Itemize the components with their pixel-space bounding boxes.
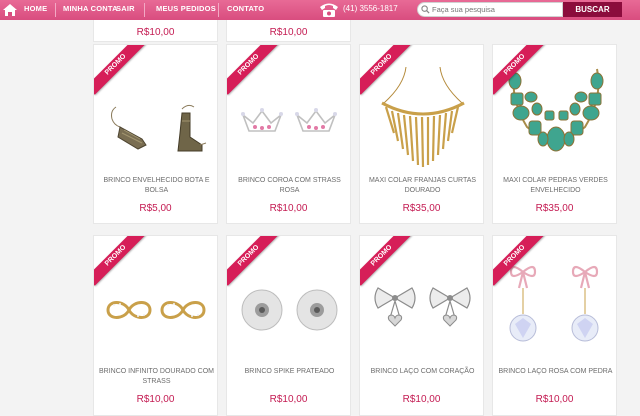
product-price: R$35,00	[535, 203, 574, 214]
product-name[interactable]: BRINCO INFINITO DOURADO COM STRASS	[99, 367, 214, 387]
nav-logout-link[interactable]: SAIR	[116, 4, 135, 13]
promo-label: PROMO	[94, 45, 146, 95]
promo-label: PROMO	[227, 45, 279, 95]
nav-orders-link[interactable]: MEUS PEDIDOS	[156, 4, 216, 13]
promo-label: PROMO	[94, 236, 146, 286]
product-price: R$5,00	[139, 203, 172, 214]
product-card[interactable]: PROMO BRINCO ENVELHECIDO BOTA E BOLSA R$…	[93, 44, 218, 224]
product-card[interactable]: PROMO BRINCO LAÇO COM CORAÇÃO R$10,00	[359, 235, 484, 416]
search-box	[417, 2, 563, 17]
product-card[interactable]: PROMO BRINCO LAÇO ROSA COM PEDRA R$10,00	[492, 235, 617, 416]
nav-divider	[55, 3, 56, 17]
search-input[interactable]	[432, 4, 560, 15]
product-price: R$10,00	[136, 394, 175, 405]
promo-label: PROMO	[360, 236, 412, 286]
product-card-partial[interactable]: R$10,00	[226, 20, 351, 42]
product-price: R$10,00	[269, 27, 308, 38]
product-price: R$10,00	[269, 394, 308, 405]
product-name[interactable]: BRINCO SPIKE PRATEADO	[232, 367, 347, 377]
search-button[interactable]: BUSCAR	[563, 2, 622, 17]
product-card[interactable]: PROMO BRINCO INFINITO DOURADO COM STRASS…	[93, 235, 218, 416]
product-price: R$10,00	[535, 394, 574, 405]
promo-ribbon: PROMO	[360, 45, 414, 99]
promo-ribbon: PROMO	[94, 236, 148, 290]
product-name[interactable]: MAXI COLAR PEDRAS VERDES ENVELHECIDO	[498, 176, 613, 196]
product-name[interactable]: BRINCO LAÇO COM CORAÇÃO	[365, 367, 480, 377]
promo-ribbon: PROMO	[493, 236, 547, 290]
phone-number: (41) 3556-1817	[343, 4, 398, 13]
home-icon[interactable]	[2, 2, 18, 18]
search-icon	[421, 5, 430, 14]
nav-divider	[218, 3, 219, 17]
product-price: R$10,00	[136, 27, 175, 38]
product-name[interactable]: BRINCO LAÇO ROSA COM PEDRA	[498, 367, 613, 377]
promo-label: PROMO	[493, 45, 545, 95]
nav-home-link[interactable]: HOME	[24, 4, 47, 13]
product-name[interactable]: BRINCO COROA COM STRASS ROSA	[232, 176, 347, 196]
nav-divider	[144, 3, 145, 17]
promo-ribbon: PROMO	[493, 45, 547, 99]
promo-ribbon: PROMO	[227, 236, 281, 290]
phone-icon	[320, 3, 338, 17]
product-card[interactable]: PROMO BRINCO COROA COM STRASS ROSA R$10,…	[226, 44, 351, 224]
promo-label: PROMO	[360, 45, 412, 95]
promo-label: PROMO	[493, 236, 545, 286]
nav-contact-link[interactable]: CONTATO	[227, 4, 264, 13]
product-price: R$35,00	[402, 203, 441, 214]
product-price: R$10,00	[269, 203, 308, 214]
product-price: R$10,00	[402, 394, 441, 405]
promo-ribbon: PROMO	[227, 45, 281, 99]
promo-ribbon: PROMO	[360, 236, 414, 290]
nav-account-link[interactable]: MINHA CONTA	[63, 4, 118, 13]
top-navigation-bar: HOME MINHA CONTA SAIR MEUS PEDIDOS CONTA…	[0, 0, 640, 20]
product-card[interactable]: PROMO BRINCO SPIKE PRATEADO R$10,00	[226, 235, 351, 416]
promo-ribbon: PROMO	[94, 45, 148, 99]
promo-label: PROMO	[227, 236, 279, 286]
product-name[interactable]: BRINCO ENVELHECIDO BOTA E BOLSA	[99, 176, 214, 196]
product-name[interactable]: MAXI COLAR FRANJAS CURTAS DOURADO	[365, 176, 480, 196]
product-card-partial[interactable]: R$10,00	[93, 20, 218, 42]
product-card[interactable]: PROMO MAXI COLAR FRANJAS CURTAS DOURADO …	[359, 44, 484, 224]
product-card[interactable]: PROMO MAXI COLAR PEDRAS VERDES ENVELHECI…	[492, 44, 617, 224]
